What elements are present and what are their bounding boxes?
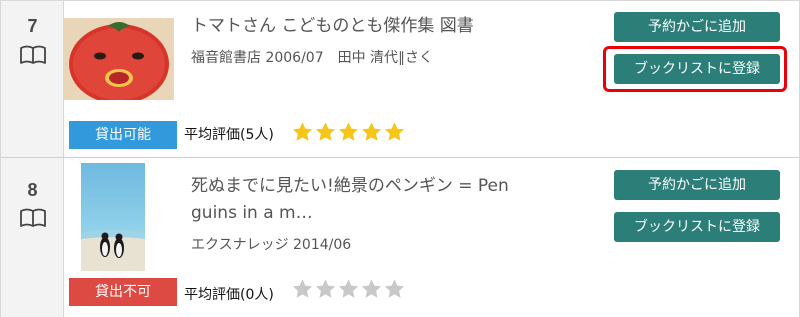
search-results-list: 7 トマトさん こどものとも傑作集 図書 福音館書店 2006/07 田中 清代…: [0, 0, 800, 317]
add-to-reserve-cart-button[interactable]: 予約かごに追加: [614, 12, 780, 42]
item-number-column: 7: [1, 1, 64, 157]
star-icon: [384, 122, 405, 141]
book-cover-image[interactable]: [64, 18, 174, 100]
star-icon: [292, 279, 313, 298]
star-icon: [384, 279, 405, 298]
status-badge: 貸出可能: [69, 121, 177, 149]
book-icon: [20, 208, 46, 227]
book-icon: [20, 45, 46, 64]
star-icon: [361, 122, 382, 141]
item-number: 8: [27, 180, 38, 200]
rating-stars: [291, 121, 406, 145]
book-title-link[interactable]: 死ぬまでに見たい!絶景のペンギン = Pen: [191, 173, 509, 200]
star-icon: [315, 279, 336, 298]
list-item: 7 トマトさん こどものとも傑作集 図書 福音館書店 2006/07 田中 清代…: [1, 1, 799, 158]
book-meta: エクスナレッジ 2014/06: [191, 237, 352, 253]
star-icon: [292, 122, 313, 141]
book-cover-image[interactable]: [81, 163, 145, 271]
star-icon: [338, 279, 359, 298]
list-item: 8 死ぬまでに見たい!絶景のペンギン = Pen guins in a m… エ…: [1, 158, 799, 317]
add-to-reserve-cart-button[interactable]: 予約かごに追加: [614, 170, 780, 200]
item-number: 7: [27, 16, 38, 36]
star-icon: [315, 122, 336, 141]
book-title-link-continued[interactable]: guins in a m…: [191, 200, 313, 227]
star-icon: [361, 279, 382, 298]
rating-stars: [291, 278, 406, 302]
rating-label: 平均評価(5人): [184, 127, 274, 143]
book-title-link[interactable]: トマトさん こどものとも傑作集 図書: [191, 13, 474, 40]
status-badge: 貸出不可: [69, 278, 177, 306]
star-icon: [338, 122, 359, 141]
item-number-column: 8: [1, 158, 64, 317]
book-meta: 福音館書店 2006/07 田中 清代∥さく: [191, 50, 434, 66]
rating-label: 平均評価(0人): [184, 287, 274, 303]
highlight-box: [603, 46, 787, 92]
add-to-booklist-button[interactable]: ブックリストに登録: [614, 212, 780, 242]
